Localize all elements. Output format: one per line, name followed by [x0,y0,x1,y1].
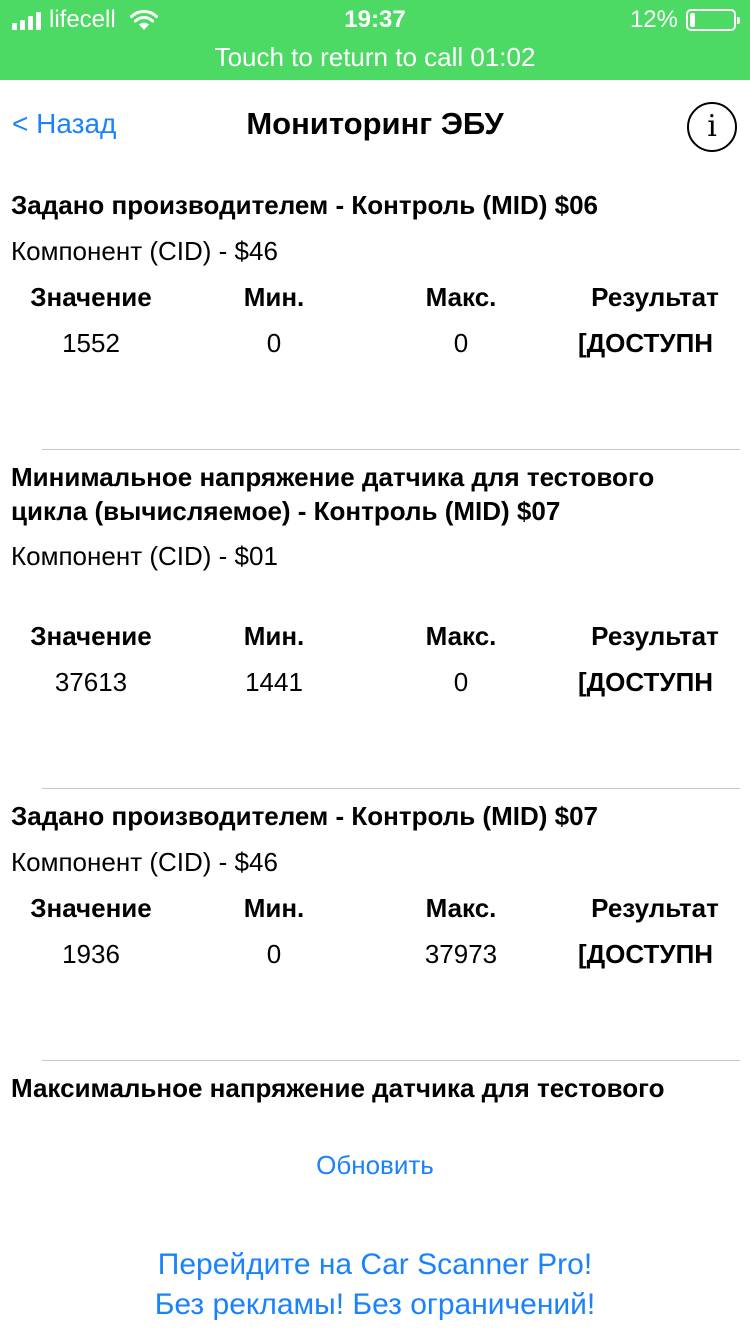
column-header-value: Значение [30,282,152,312]
value-cell: 37613 [54,667,128,697]
divider [42,449,740,450]
column-header-max: Макс. [425,282,497,312]
divider [42,788,740,789]
divider [42,1060,740,1061]
page-title: Мониторинг ЭБУ [246,106,504,141]
column-header-max: Макс. [425,621,497,651]
result-cell: [ДОСТУПН [578,667,714,697]
column-header-min: Мин. [243,621,305,651]
promo-line-2: Без рекламы! Без ограничений! [154,1288,596,1321]
upgrade-promo-link[interactable]: Перейдите на Car Scanner Pro! Без реклам… [0,1245,750,1325]
value-cell: 1552 [62,328,120,358]
column-header-result: Результат [591,893,719,923]
status-bar: lifecell 19:37 12% Touch to return to ca… [0,0,750,80]
column-header-result: Результат [591,282,719,312]
monitor-title: Максимальное напряжение датчика для тест… [11,1073,665,1103]
value-cell: 1936 [62,939,120,969]
monitor-list[interactable]: Задано производителем - Контроль (MID) $… [0,172,750,1110]
refresh-button[interactable]: Обновить [0,1150,750,1181]
column-header-result: Результат [591,621,719,651]
monitor-title: Задано производителем - Контроль (MID) $… [11,801,598,831]
battery-percent: 12% [629,6,678,33]
promo-line-1: Перейдите на Car Scanner Pro! [157,1248,593,1281]
max-cell: 0 [453,328,469,358]
monitor-title: Минимальное напряжение датчика для тесто… [11,462,655,526]
battery-icon [686,9,740,31]
column-header-value: Значение [30,893,152,923]
max-cell: 0 [453,667,469,697]
column-header-min: Мин. [243,282,305,312]
navigation-bar: < Назад Мониторинг ЭБУ i [0,80,750,172]
min-cell: 0 [266,328,282,358]
result-cell: [ДОСТУПН [578,328,714,358]
result-cell: [ДОСТУПН [578,939,714,969]
component-id: Компонент (CID) - $46 [11,236,278,266]
monitor-title: Задано производителем - Контроль (MID) $… [11,190,598,220]
info-button[interactable]: i [687,102,737,152]
max-cell: 37973 [424,939,498,969]
column-header-value: Значение [30,621,152,651]
min-cell: 0 [266,939,282,969]
component-id: Компонент (CID) - $46 [11,847,278,877]
min-cell: 1441 [245,667,303,697]
column-header-max: Макс. [425,893,497,923]
component-id: Компонент (CID) - $01 [11,541,278,571]
column-header-min: Мин. [243,893,305,923]
return-to-call-banner[interactable]: Touch to return to call 01:02 [0,42,750,73]
